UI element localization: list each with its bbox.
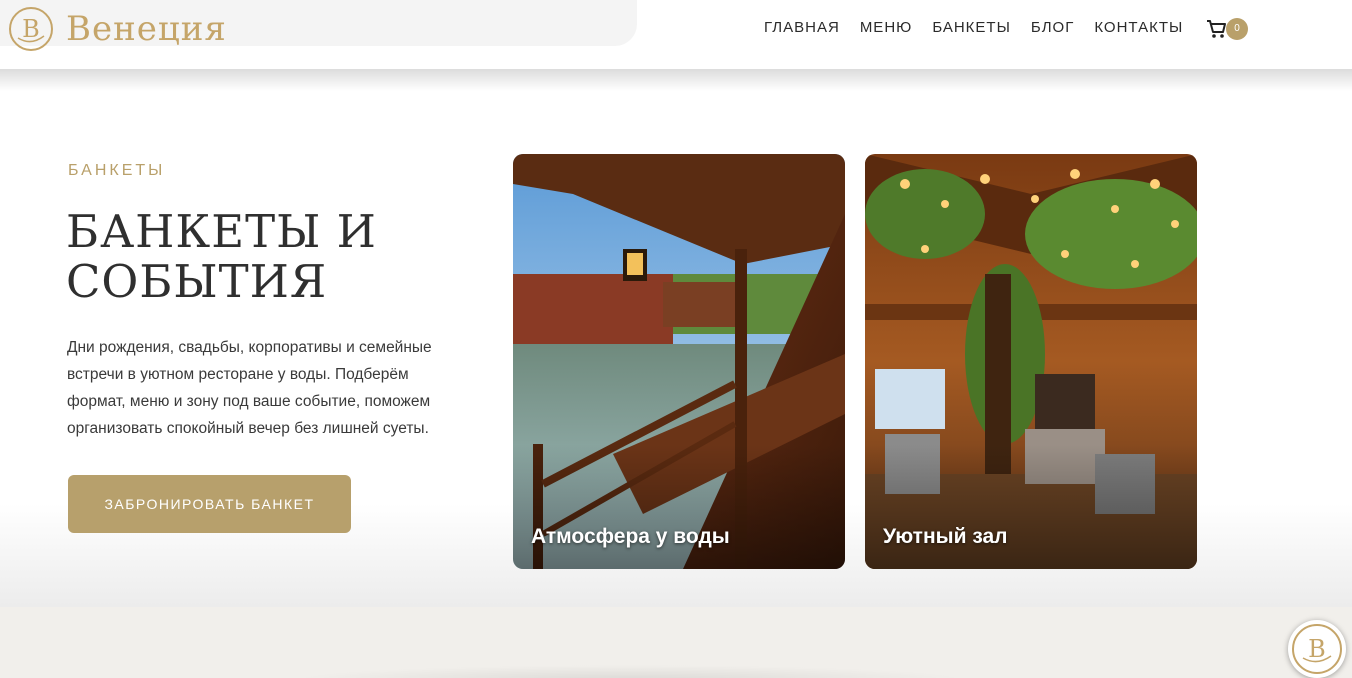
nav-contacts[interactable]: КОНТАКТЫ [1094,18,1183,38]
logo-monogram-icon: В [1292,624,1342,674]
cozy-hall-image [865,154,1197,569]
logo[interactable]: В Венеция [8,6,227,52]
logo-text: Венеция [66,9,227,49]
next-section-shadow [290,665,970,678]
nav-blog[interactable]: БЛОГ [1031,18,1074,38]
hero-description: Дни рождения, свадьбы, корпоративы и сем… [67,339,432,437]
gallery-card-water[interactable]: Атмосфера у воды [513,154,845,569]
cart-button[interactable]: 0 [1206,17,1250,41]
nav-menu[interactable]: МЕНЮ [860,18,913,38]
gallery-card-water-label: Атмосфера у воды [531,525,730,548]
nav-banquets[interactable]: БАНКЕТЫ [932,18,1011,38]
section-eyebrow: БАНКЕТЫ [68,162,166,179]
main-nav: ГЛАВНАЯ МЕНЮ БАНКЕТЫ БЛОГ КОНТАКТЫ [764,18,1203,38]
gallery-card-hall[interactable]: Уютный зал [865,154,1197,569]
cart-icon [1207,20,1226,38]
water-terrace-image [513,154,845,569]
page-title-line-1: БАНКЕТЫ И [66,205,377,258]
page-title: БАНКЕТЫ И СОБЫТИЯ [66,207,486,307]
svg-text:В: В [1308,635,1326,663]
site-header: В Венеция ГЛАВНАЯ МЕНЮ БАНКЕТЫ БЛОГ КОНТ… [0,0,1352,69]
nav-home[interactable]: ГЛАВНАЯ [764,18,840,38]
banquets-hero: БАНКЕТЫ БАНКЕТЫ И СОБЫТИЯ Дни рождения, … [0,91,1352,607]
page-title-line-2: СОБЫТИЯ [66,255,328,308]
floating-logo-button[interactable]: В [1288,620,1346,678]
svg-text:В: В [22,15,40,43]
cart-count-badge: 0 [1226,18,1248,40]
header-shadow [0,69,1352,91]
gallery-card-hall-label: Уютный зал [883,525,1008,548]
book-banquet-button[interactable]: ЗАБРОНИРОВАТЬ БАНКЕТ [68,475,351,533]
logo-monogram-icon: В [9,7,53,51]
next-section [0,607,1352,678]
